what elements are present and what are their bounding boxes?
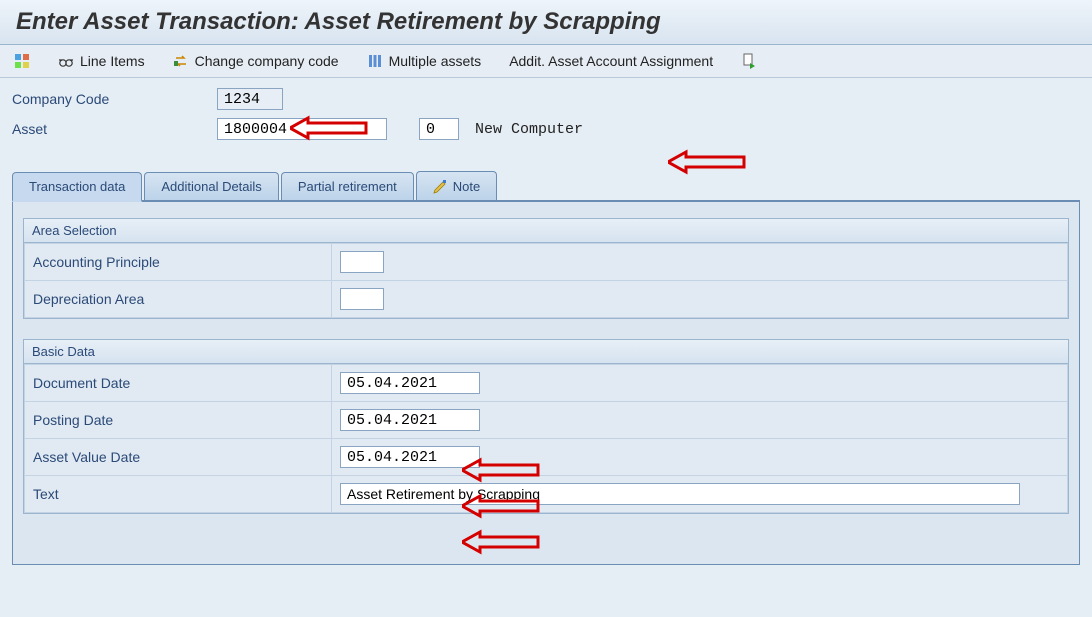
change-company-code-label: Change company code <box>195 53 339 69</box>
glasses-icon <box>58 53 74 69</box>
basic-data-group: Basic Data Document Date Posting Date As… <box>23 339 1069 514</box>
document-go-icon <box>741 53 757 69</box>
multiple-assets-label: Multiple assets <box>389 53 482 69</box>
document-date-input[interactable] <box>340 372 480 394</box>
line-items-button[interactable]: Line Items <box>58 53 145 69</box>
tab-additional-details[interactable]: Additional Details <box>144 172 278 200</box>
asset-value-date-input[interactable] <box>340 446 480 468</box>
swap-icon <box>173 53 189 69</box>
addit-asset-acct-label: Addit. Asset Account Assignment <box>509 53 713 69</box>
tab-partial-retirement[interactable]: Partial retirement <box>281 172 414 200</box>
posting-date-label: Posting Date <box>25 402 332 439</box>
line-items-label: Line Items <box>80 53 145 69</box>
asset-label: Asset <box>12 121 217 137</box>
area-selection-group: Area Selection Accounting Principle Depr… <box>23 218 1069 319</box>
basic-data-title: Basic Data <box>24 340 1068 364</box>
text-label: Text <box>25 476 332 513</box>
execute-button[interactable] <box>741 53 757 69</box>
text-input[interactable] <box>340 483 1020 505</box>
asset-sub-input[interactable] <box>419 118 459 140</box>
document-date-label: Document Date <box>25 365 332 402</box>
page-title: Enter Asset Transaction: Asset Retiremen… <box>16 8 1076 36</box>
posting-date-input[interactable] <box>340 409 480 431</box>
area-selection-title: Area Selection <box>24 219 1068 243</box>
depreciation-area-label: Depreciation Area <box>25 281 332 318</box>
toolbar: Line Items Change company code Multiple … <box>0 45 1092 78</box>
tab-transaction-data[interactable]: Transaction data <box>12 172 142 202</box>
multiple-assets-button[interactable]: Multiple assets <box>367 53 482 69</box>
columns-icon <box>367 53 383 69</box>
change-company-code-button[interactable]: Change company code <box>173 53 339 69</box>
tab-note[interactable]: Note <box>416 171 497 200</box>
accounting-principle-label: Accounting Principle <box>25 244 332 281</box>
grid-people-icon <box>14 53 30 69</box>
tab-strip: Transaction data Additional Details Part… <box>12 170 1080 565</box>
toolbar-overview-icon[interactable] <box>14 53 30 69</box>
company-code-input[interactable] <box>217 88 283 110</box>
title-bar: Enter Asset Transaction: Asset Retiremen… <box>0 0 1092 45</box>
accounting-principle-input[interactable] <box>340 251 384 273</box>
depreciation-area-input[interactable] <box>340 288 384 310</box>
asset-description: New Computer <box>475 121 583 138</box>
company-code-label: Company Code <box>12 91 217 107</box>
asset-value-date-label: Asset Value Date <box>25 439 332 476</box>
addit-asset-acct-button[interactable]: Addit. Asset Account Assignment <box>509 53 713 69</box>
asset-main-input[interactable] <box>217 118 387 140</box>
tab-page-transaction-data: Area Selection Accounting Principle Depr… <box>12 202 1080 565</box>
tab-note-label: Note <box>453 179 480 194</box>
header-form: Company Code Asset New Computer <box>0 78 1092 170</box>
pencil-note-icon <box>433 178 449 194</box>
